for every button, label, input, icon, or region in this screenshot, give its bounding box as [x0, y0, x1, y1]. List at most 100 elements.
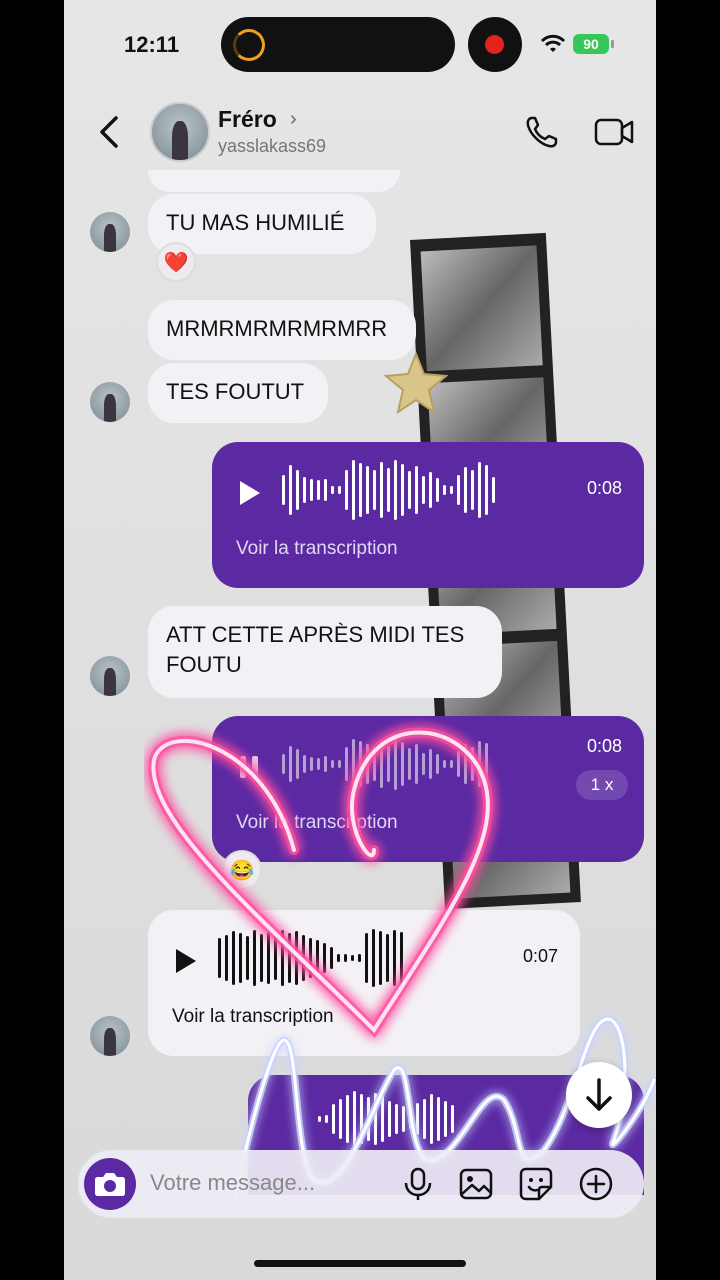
waveform-bar — [395, 1104, 398, 1134]
waveform-bar — [429, 749, 432, 779]
chat-screen: 12:11 90 Fréro › yasslakass69 TU MAS HUM… — [64, 0, 656, 1280]
waveform-bar — [331, 760, 334, 768]
waveform-bar — [303, 755, 306, 773]
message-bubble[interactable]: MRMRMRMRMRMRR — [148, 300, 416, 360]
waveform[interactable] — [318, 1087, 454, 1151]
waveform-bar — [338, 760, 341, 768]
laughing-reaction[interactable]: 😂 — [222, 850, 262, 890]
waveform-bar — [387, 468, 390, 512]
waveform-bar — [451, 1105, 454, 1133]
waveform-bar — [352, 739, 355, 789]
sender-avatar — [90, 656, 130, 696]
camera-button[interactable] — [84, 1158, 136, 1210]
waveform-bar — [295, 931, 298, 985]
waveform-bar — [401, 464, 404, 516]
waveform-bar — [344, 954, 347, 962]
waveform-bar — [394, 460, 397, 520]
voice-message-sent-playing[interactable]: 0:08 1 x Voir la transcription — [212, 716, 644, 862]
message-bubble-partial — [148, 170, 400, 192]
waveform-bar — [443, 485, 446, 495]
waveform-bar — [339, 1099, 342, 1139]
transcript-link[interactable]: Voir la transcription — [236, 812, 398, 834]
message-bubble[interactable]: ATT CETTE APRÈS MIDI TES FOUTU — [148, 606, 502, 698]
waveform-bar — [373, 470, 376, 510]
play-icon[interactable] — [172, 946, 198, 976]
voice-duration: 0:08 — [586, 478, 622, 498]
waveform-bar — [430, 1094, 433, 1144]
contact-username[interactable]: yasslakass69 — [218, 136, 326, 157]
transcript-link[interactable]: Voir la transcription — [236, 538, 398, 560]
playback-speed-button[interactable]: 1 x — [576, 770, 628, 800]
waveform-bar — [408, 471, 411, 509]
waveform[interactable] — [282, 732, 488, 796]
plus-icon[interactable] — [578, 1166, 614, 1202]
waveform-bar — [485, 743, 488, 785]
status-time: 12:11 — [124, 32, 180, 57]
back-icon[interactable] — [94, 112, 124, 152]
waveform-bar — [402, 1106, 405, 1132]
voice-message-received[interactable]: 0:07 Voir la transcription — [148, 910, 580, 1056]
waveform-bar — [317, 480, 320, 500]
waveform-bar — [318, 1116, 321, 1122]
waveform-bar — [267, 932, 270, 984]
waveform-bar — [436, 754, 439, 774]
waveform-bar — [218, 938, 221, 978]
waveform-bar — [409, 1109, 412, 1129]
wifi-icon — [540, 34, 566, 52]
waveform-bar — [359, 463, 362, 517]
waveform-bar — [331, 486, 334, 494]
message-bubble[interactable]: TES FOUTUT — [148, 363, 328, 423]
waveform-bar — [415, 744, 418, 784]
waveform-bar — [408, 748, 411, 780]
camera-icon — [95, 1173, 125, 1196]
waveform-bar — [239, 933, 242, 983]
phone-icon[interactable] — [524, 114, 560, 150]
waveform-bar — [324, 479, 327, 501]
message-line: ATT CETTE APRÈS MIDI TES — [166, 622, 465, 647]
contact-avatar[interactable] — [150, 102, 210, 162]
message-line: FOUTU — [166, 652, 242, 677]
waveform-bar — [323, 943, 326, 973]
waveform-bar — [282, 475, 285, 505]
battery-indicator: 90 — [573, 34, 614, 54]
sticker-icon[interactable] — [518, 1166, 554, 1202]
scroll-to-bottom-button[interactable] — [566, 1062, 632, 1128]
arrow-down-icon — [586, 1078, 612, 1111]
contact-name[interactable]: Fréro — [218, 106, 277, 133]
waveform-bar — [365, 933, 368, 983]
waveform-bar — [366, 744, 369, 784]
recording-indicator — [468, 17, 522, 72]
waveform-bar — [436, 478, 439, 502]
waveform-bar — [422, 476, 425, 504]
waveform-bar — [345, 470, 348, 510]
waveform[interactable] — [218, 926, 403, 990]
message-input[interactable]: Votre message... — [150, 1170, 315, 1196]
status-bar: 12:11 90 — [64, 0, 656, 90]
voice-message-sent[interactable]: 0:08 Voir la transcription — [212, 442, 644, 588]
waveform-bar — [400, 932, 403, 984]
waveform[interactable] — [282, 458, 495, 522]
waveform-bar — [310, 757, 313, 771]
play-icon[interactable] — [236, 478, 262, 508]
waveform-bar — [374, 1093, 377, 1145]
waveform-bar — [388, 1101, 391, 1137]
waveform-bar — [444, 1101, 447, 1137]
waveform-bar — [353, 1091, 356, 1147]
microphone-icon[interactable] — [400, 1166, 436, 1202]
chevron-right-icon[interactable]: › — [290, 108, 297, 131]
waveform-bar — [443, 760, 446, 768]
waveform-bar — [437, 1097, 440, 1141]
heart-reaction[interactable]: ❤️ — [156, 242, 196, 282]
transcript-link[interactable]: Voir la transcription — [172, 1006, 334, 1028]
video-icon[interactable] — [594, 114, 634, 150]
waveform-bar — [345, 747, 348, 781]
waveform-bar — [324, 756, 327, 772]
waveform-bar — [253, 930, 256, 986]
waveform-bar — [260, 934, 263, 982]
pause-icon[interactable] — [236, 752, 262, 782]
waveform-bar — [478, 741, 481, 787]
waveform-bar — [379, 931, 382, 985]
waveform-bar — [416, 1103, 419, 1135]
image-icon[interactable] — [458, 1166, 494, 1202]
waveform-bar — [289, 746, 292, 782]
